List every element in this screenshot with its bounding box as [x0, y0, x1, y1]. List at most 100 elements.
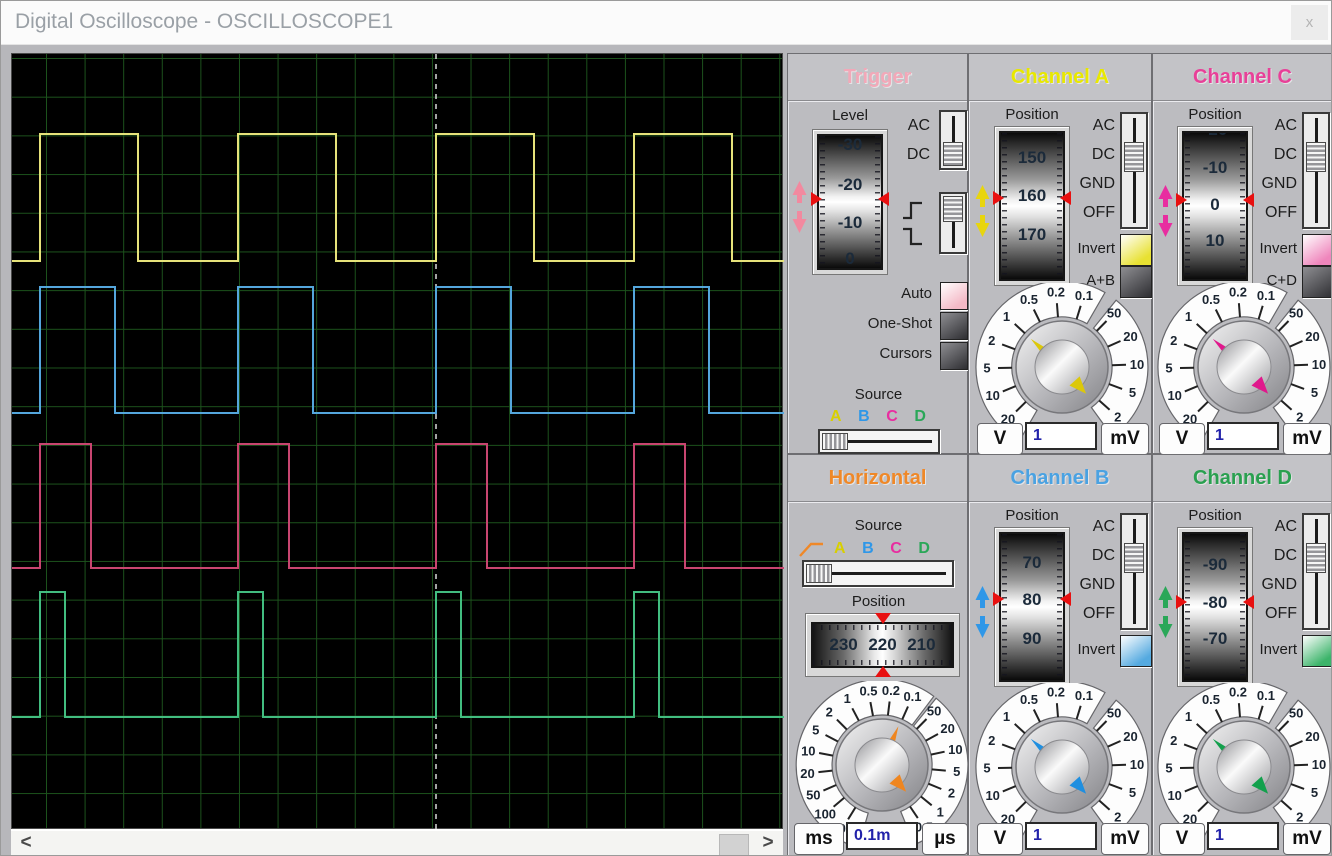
channel-a-coupling-switch[interactable] — [1120, 112, 1148, 229]
coupling-option-label: AC — [1092, 518, 1115, 536]
mv-unit-box: mV — [1101, 823, 1149, 855]
coupling-labels: AC DC GND OFF — [1245, 112, 1297, 227]
horizontal-source-slider[interactable] — [802, 560, 954, 587]
scroll-right-arrow[interactable]: > — [757, 832, 779, 854]
source-letter-b: B — [862, 540, 874, 557]
trigger-edge-switch[interactable] — [939, 192, 967, 254]
dial-value: 10 — [1205, 231, 1225, 251]
coupling-option-label: GND — [1261, 174, 1297, 192]
channel-b-coupling-switch[interactable] — [1120, 513, 1148, 630]
dial-strip: -30 -20 -10 0 — [817, 134, 883, 270]
horizontal-source-label: Source — [854, 517, 903, 534]
channel-c-coupling-switch[interactable] — [1302, 112, 1330, 229]
coupling-option-label: OFF — [1083, 604, 1115, 622]
switch-thumb[interactable] — [943, 142, 963, 166]
position-nudge-arrows[interactable] — [1157, 184, 1174, 243]
channel-d-panel: Channel D Position -90 -80 -70 AC DC GND OFF … — [1152, 454, 1331, 855]
level-nudge-arrows[interactable] — [791, 180, 808, 239]
v-unit-box: V — [977, 423, 1023, 455]
dial-value: 230 — [829, 635, 858, 654]
switch-thumb[interactable] — [943, 196, 963, 222]
trigger-source-slider[interactable] — [818, 429, 940, 454]
svg-text:10: 10 — [1130, 757, 1144, 772]
channel-d-invert-button[interactable] — [1302, 635, 1331, 667]
svg-text:10: 10 — [801, 743, 815, 758]
trigger-coupling-switch[interactable] — [939, 110, 967, 170]
switch-thumb[interactable] — [1306, 543, 1326, 574]
position-nudge-arrows[interactable] — [974, 585, 991, 644]
svg-text:2: 2 — [988, 333, 995, 348]
slider-thumb[interactable] — [822, 433, 848, 450]
dial-strip: 70 80 90 — [999, 532, 1065, 682]
channel-a-position-dial[interactable]: 150 160 170 — [993, 126, 1071, 286]
svg-text:2: 2 — [826, 704, 833, 719]
channel-d-coupling-switch[interactable] — [1302, 513, 1330, 630]
switch-thumb[interactable] — [1306, 142, 1326, 173]
ms-unit-box: ms — [794, 823, 844, 855]
svg-text:2: 2 — [948, 786, 955, 801]
scrollbar-thumb[interactable] — [719, 834, 749, 855]
coupling-labels: AC DC GND OFF — [1063, 513, 1115, 628]
svg-text:0.5: 0.5 — [1020, 292, 1038, 307]
close-button[interactable]: x — [1291, 5, 1328, 40]
trigger-source-label: Source — [854, 386, 903, 403]
trigger-level-dial[interactable]: -30 -20 -10 0 — [811, 129, 889, 275]
svg-text:5: 5 — [1311, 385, 1318, 400]
scope-scrollbar[interactable]: < > — [11, 829, 783, 855]
mv-unit-label: mV — [1292, 428, 1322, 449]
channel-d-position-dial[interactable]: -90 -80 -70 — [1176, 527, 1254, 687]
dial-marker-left — [811, 192, 822, 207]
dial-value: 80 — [1022, 589, 1042, 609]
dial-value: 150 — [1017, 147, 1047, 167]
slider-thumb[interactable] — [806, 564, 832, 583]
trigger-source-letters: ABCD — [830, 408, 926, 426]
horizontal-position-dial[interactable]: 230 220 210 — [805, 613, 960, 677]
auto-button[interactable] — [940, 282, 968, 310]
switch-thumb[interactable] — [1124, 543, 1144, 574]
channel-a-header: Channel A — [969, 54, 1151, 101]
mv-unit-box: mV — [1283, 423, 1331, 455]
channel-a-invert-button[interactable] — [1120, 234, 1152, 266]
svg-text:10: 10 — [1167, 788, 1181, 803]
dial-strip: -90 -80 -70 — [1182, 532, 1248, 682]
one-shot-button[interactable] — [940, 312, 968, 340]
channel-d-gain-value[interactable] — [1207, 822, 1279, 850]
svg-text:0.5: 0.5 — [859, 684, 877, 699]
channel-b-invert-button[interactable] — [1120, 635, 1152, 667]
channel-a-gain-value[interactable] — [1025, 422, 1097, 450]
switch-thumb[interactable] — [1124, 142, 1144, 173]
svg-text:0.5: 0.5 — [1202, 292, 1220, 307]
svg-text:50: 50 — [806, 788, 820, 803]
timebase-value-input[interactable] — [846, 822, 918, 850]
falling-edge-icon — [903, 227, 922, 246]
position-nudge-arrows[interactable] — [1157, 585, 1174, 644]
svg-text:0.2: 0.2 — [882, 683, 900, 698]
ramp-source-icon — [799, 542, 823, 557]
svg-text:1: 1 — [937, 805, 944, 820]
svg-text:0.5: 0.5 — [1202, 692, 1220, 707]
coupling-option-label: AC — [907, 117, 930, 135]
svg-text:100: 100 — [814, 807, 836, 822]
cursors-button[interactable] — [940, 342, 968, 370]
channel-c-position-dial[interactable]: -20 -10 0 10 — [1176, 126, 1254, 286]
coupling-labels: AC DC — [880, 112, 930, 170]
channel-c-invert-button[interactable] — [1302, 234, 1331, 266]
waveform-channel-d — [12, 591, 784, 718]
source-letter-d: D — [918, 540, 930, 557]
dial-value: 0 — [1210, 194, 1220, 214]
channel-b-gain-value[interactable] — [1025, 822, 1097, 850]
svg-text:50: 50 — [1107, 306, 1121, 321]
dial-value: 160 — [1017, 185, 1047, 205]
position-nudge-arrows[interactable] — [974, 184, 991, 243]
horizontal-title: Horizontal — [828, 466, 927, 489]
one-shot-label: One-Shot — [867, 315, 932, 332]
scroll-left-arrow[interactable]: < — [15, 832, 37, 854]
dial-marker-left — [1176, 595, 1187, 610]
dial-value: -10 — [837, 213, 863, 233]
channel-c-gain-value[interactable] — [1207, 422, 1279, 450]
v-unit-label: V — [993, 828, 1007, 849]
channel-b-position-dial[interactable]: 70 80 90 — [993, 527, 1071, 687]
coupling-option-label: GND — [1079, 575, 1115, 593]
coupling-option-label: GND — [1079, 174, 1115, 192]
svg-text:50: 50 — [1107, 706, 1121, 721]
